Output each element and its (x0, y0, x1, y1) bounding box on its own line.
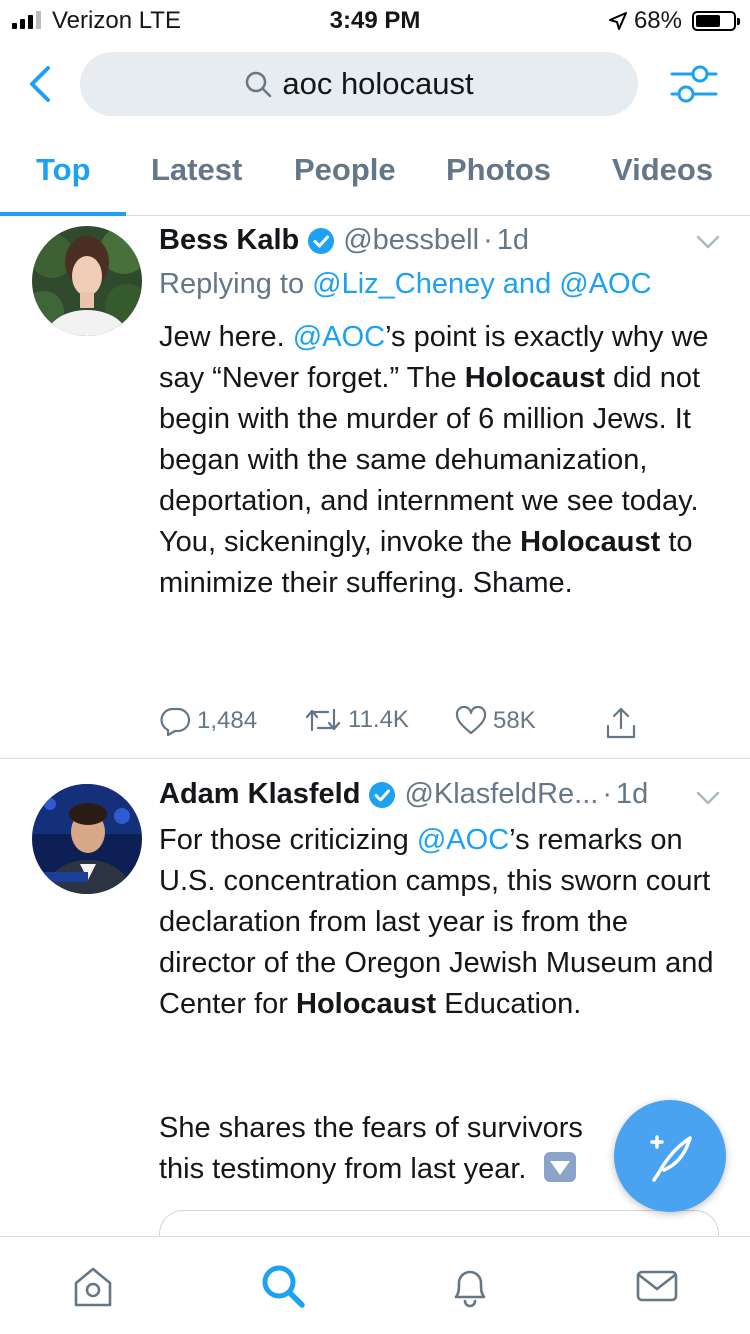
reply-button[interactable]: 1,484 (159, 706, 257, 736)
tweet-text: Jew here. @AOC’s point is exactly why we… (159, 321, 709, 599)
tweet-timestamp[interactable]: 1d (616, 778, 648, 811)
tweet-divider (0, 758, 750, 759)
separator-dot: · (483, 224, 493, 256)
active-tab-indicator (0, 212, 126, 216)
back-chevron-icon (30, 66, 50, 102)
author-handle[interactable]: @bessbell (343, 224, 479, 257)
nav-home[interactable] (68, 1261, 118, 1311)
retweet-button[interactable]: 11.4K (304, 706, 409, 734)
tab-photos[interactable]: Photos (446, 152, 551, 188)
search-filter-button[interactable] (668, 62, 720, 106)
replying-to: Replying to @Liz_Cheney and @AOC (159, 268, 652, 300)
home-icon (74, 1267, 112, 1307)
compose-feather-icon (650, 1135, 692, 1182)
search-input[interactable]: aoc holocaust (80, 52, 638, 116)
like-count: 58K (493, 707, 536, 734)
back-button[interactable] (22, 62, 62, 106)
search-icon (262, 1265, 305, 1308)
messages-envelope-icon (636, 1270, 678, 1302)
nav-notifications[interactable] (445, 1261, 495, 1311)
bottom-tab-bar (0, 1236, 750, 1334)
mention-link[interactable]: @AOC (417, 824, 509, 856)
location-arrow-icon (608, 12, 627, 30)
retweet-count: 11.4K (348, 706, 409, 733)
chevron-down-icon[interactable] (696, 790, 720, 806)
tab-videos[interactable]: Videos (612, 152, 713, 188)
author-name[interactable]: Bess Kalb (159, 224, 299, 257)
verified-badge-icon (369, 781, 396, 808)
share-icon (606, 707, 636, 739)
retweet-icon (305, 708, 341, 732)
reply-mentions[interactable]: @Liz_Cheney and @AOC (312, 268, 651, 300)
avatar[interactable] (32, 784, 142, 894)
tweet-text: For those criticizing @AOC’s remarks on … (159, 824, 714, 1020)
tab-top[interactable]: Top (36, 152, 91, 188)
share-button[interactable] (605, 706, 637, 740)
mention-link[interactable]: @AOC (293, 321, 385, 353)
battery-icon (692, 11, 740, 31)
author-handle[interactable]: @KlasfeldRe... (404, 778, 598, 811)
tweet[interactable]: Bess Kalb @bessbell · 1d Replying to @Li… (0, 224, 750, 759)
author-name[interactable]: Adam Klasfeld (159, 778, 360, 811)
tab-latest[interactable]: Latest (151, 152, 242, 188)
search-tabs: Top Latest People Photos Videos (0, 140, 750, 216)
tab-people[interactable]: People (294, 152, 396, 188)
avatar[interactable] (32, 226, 142, 336)
status-bar: Verizon LTE 3:49 PM 68% (0, 0, 750, 40)
like-button[interactable]: 58K (455, 706, 536, 736)
nav-search[interactable] (258, 1261, 308, 1311)
down-arrow-emoji-icon (543, 1152, 576, 1182)
notifications-bell-icon (454, 1270, 486, 1308)
heart-icon (455, 706, 487, 735)
verified-badge-icon (308, 227, 335, 254)
nav-messages[interactable] (632, 1261, 682, 1311)
reply-count: 1,484 (197, 707, 258, 734)
reply-icon (160, 707, 191, 736)
search-icon (246, 71, 272, 98)
separator-dot: · (602, 778, 612, 810)
search-query: aoc holocaust (282, 66, 474, 101)
tweet-timestamp[interactable]: 1d (497, 224, 529, 257)
battery-percent: 68% (633, 7, 682, 34)
filter-sliders-icon (670, 65, 718, 103)
chevron-down-icon[interactable] (696, 234, 720, 250)
compose-tweet-button[interactable] (614, 1100, 726, 1212)
